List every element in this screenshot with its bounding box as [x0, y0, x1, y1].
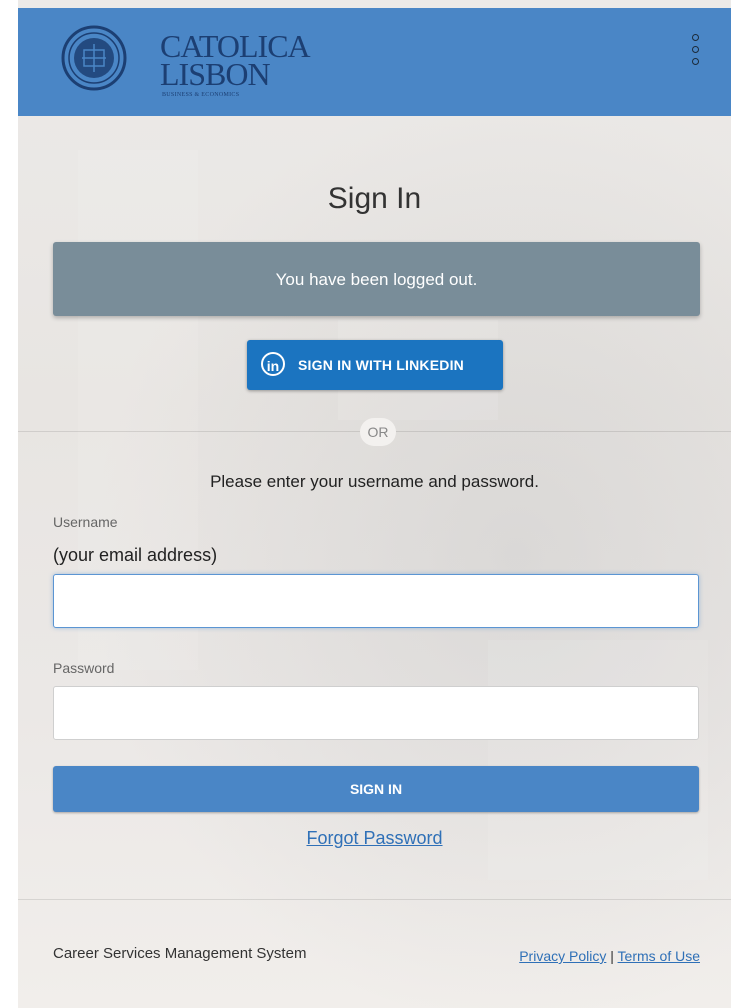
logo-line-business: BUSINESS & ECONOMICS [162, 92, 240, 98]
page: CATOLICA LISBON BUSINESS & ECONOMICS Sig… [18, 0, 731, 1008]
university-seal-icon [61, 25, 127, 91]
vertical-dots-icon[interactable] [686, 32, 706, 76]
password-input[interactable] [53, 686, 699, 740]
logo-line-lisbon: LISBON [160, 56, 271, 92]
privacy-policy-link[interactable]: Privacy Policy [519, 948, 606, 964]
forgot-password-link[interactable]: Forgot Password [18, 828, 731, 849]
footer-separator: | [610, 948, 614, 964]
linkedin-icon: in [261, 352, 285, 376]
footer-system-name: Career Services Management System [53, 945, 307, 962]
or-label: OR [360, 418, 396, 446]
password-label: Password [53, 660, 115, 676]
footer-divider [18, 899, 731, 900]
logged-out-alert: You have been logged out. [53, 242, 700, 316]
username-sublabel: (your email address) [53, 545, 218, 565]
instructions-text: Please enter your username and password. [210, 472, 539, 491]
linkedin-button-label: SIGN IN WITH LINKEDIN [298, 357, 464, 373]
linkedin-signin-button[interactable]: in SIGN IN WITH LINKEDIN [247, 340, 503, 390]
catolica-logo[interactable]: CATOLICA LISBON BUSINESS & ECONOMICS [60, 18, 311, 98]
username-label: Username [53, 514, 118, 530]
terms-of-use-link[interactable]: Terms of Use [618, 948, 700, 964]
footer-links: Privacy Policy | Terms of Use [519, 948, 700, 964]
signin-button[interactable]: SIGN IN [53, 766, 699, 812]
username-input[interactable] [53, 574, 699, 628]
left-edge-strip [0, 0, 19, 1008]
header-bar: CATOLICA LISBON BUSINESS & ECONOMICS [18, 8, 731, 116]
page-title: Sign In [327, 182, 422, 215]
